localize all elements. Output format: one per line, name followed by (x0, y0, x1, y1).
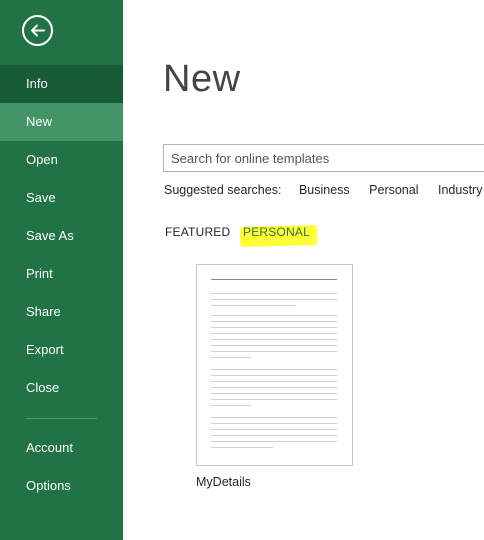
template-thumbnail[interactable] (196, 264, 353, 466)
sidebar-item-options[interactable]: Options (0, 467, 123, 505)
doc-line (211, 305, 296, 306)
back-button[interactable] (22, 15, 53, 46)
doc-line (211, 357, 251, 358)
doc-line (211, 333, 337, 334)
tab-featured[interactable]: FEATURED (165, 225, 230, 239)
page-title: New (163, 58, 241, 100)
sidebar-divider (26, 418, 97, 419)
sidebar-item-save-as[interactable]: Save As (0, 217, 123, 255)
tab-personal-label: PERSONAL (243, 225, 310, 239)
sidebar-item-print[interactable]: Print (0, 255, 123, 293)
doc-heading-line (211, 279, 337, 280)
doc-line (211, 393, 337, 394)
main-panel: New Suggested searches: Business Persona… (123, 0, 484, 540)
doc-line (211, 441, 337, 442)
template-name[interactable]: MyDetails (196, 475, 251, 489)
doc-line (211, 417, 337, 418)
sidebar-item-share[interactable]: Share (0, 293, 123, 331)
sidebar-item-save[interactable]: Save (0, 179, 123, 217)
doc-line (211, 423, 337, 424)
suggested-search-business[interactable]: Business (299, 183, 350, 197)
suggested-search-industry[interactable]: Industry (438, 183, 482, 197)
arrow-left-icon (31, 24, 45, 37)
doc-line (211, 435, 337, 436)
doc-line (211, 429, 337, 430)
sidebar-item-info[interactable]: Info (0, 65, 123, 103)
suggested-searches-label: Suggested searches: (164, 183, 282, 197)
suggested-search-personal[interactable]: Personal (369, 183, 418, 197)
doc-line (211, 399, 337, 400)
tab-personal[interactable]: PERSONAL (239, 224, 318, 248)
doc-line (211, 345, 337, 346)
doc-line (211, 375, 337, 376)
doc-line (211, 369, 337, 370)
suggested-searches: Suggested searches: Business Personal In… (164, 183, 484, 197)
doc-line (211, 327, 337, 328)
sidebar-item-account[interactable]: Account (0, 429, 123, 467)
sidebar-item-open[interactable]: Open (0, 141, 123, 179)
sidebar-item-new[interactable]: New (0, 103, 123, 141)
sidebar-item-export[interactable]: Export (0, 331, 123, 369)
doc-line (211, 321, 337, 322)
doc-line (211, 299, 337, 300)
sidebar-item-close[interactable]: Close (0, 369, 123, 407)
doc-line (211, 381, 337, 382)
doc-line (211, 293, 337, 294)
doc-line (211, 315, 337, 316)
doc-line (211, 447, 273, 448)
search-input[interactable] (163, 144, 484, 172)
doc-line (211, 339, 337, 340)
doc-line (211, 405, 251, 406)
backstage-sidebar: Info New Open Save Save As Print Share E… (0, 0, 123, 540)
doc-line (211, 387, 337, 388)
doc-line (211, 351, 337, 352)
